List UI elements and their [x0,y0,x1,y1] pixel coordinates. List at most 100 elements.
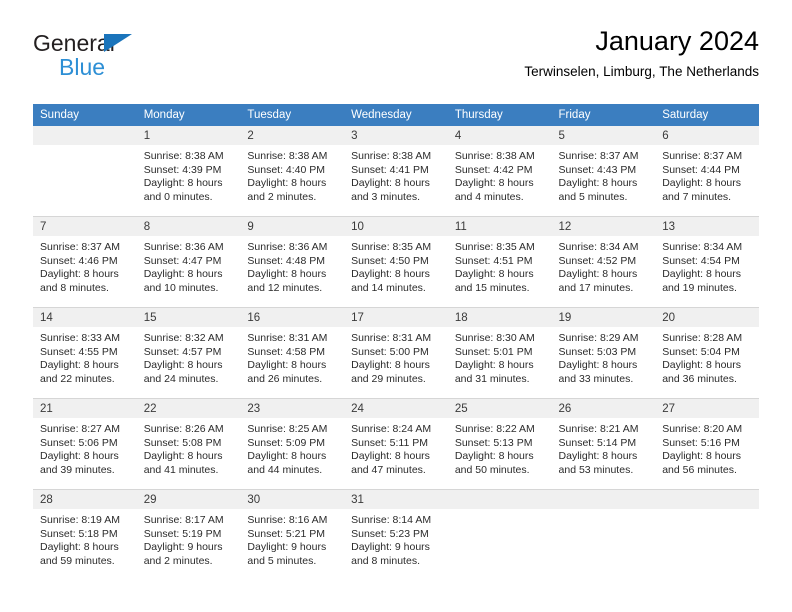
calendar-day-cell[interactable]: 13 Sunrise: 8:34 AM Sunset: 4:54 PM Dayligh… [655,217,759,307]
day-cell-inner: 7 Sunrise: 8:37 AM Sunset: 4:46 PM Daylight… [33,217,137,307]
calendar-cell-empty [33,126,137,216]
calendar-day-cell[interactable]: 29 Sunrise: 8:17 AM Sunset: 5:19 PM Dayligh… [136,490,241,580]
sunrise-text: Sunrise: 8:14 AM [351,514,432,526]
day-number: 12 [551,217,656,236]
calendar-day-cell[interactable]: 12 Sunrise: 8:34 AM Sunset: 4:52 PM Dayligh… [551,217,656,307]
sunset-text: Sunset: 5:18 PM [40,527,118,540]
calendar-day-cell[interactable]: 27 Sunrise: 8:20 AM Sunset: 5:16 PM Dayligh… [655,399,759,489]
day-details: Sunrise: 8:20 AM Sunset: 5:16 PM Daylight:… [655,418,759,477]
calendar-cell-empty [551,490,656,580]
calendar-day-cell[interactable]: 8 Sunrise: 8:36 AM Sunset: 4:47 PM Daylight… [136,217,241,307]
daylight-text-line2: and 3 minutes. [351,190,420,203]
calendar-cell-empty [655,490,759,580]
daylight-text-line2: and 8 minutes. [40,281,109,294]
calendar-day-cell[interactable]: 4 Sunrise: 8:38 AM Sunset: 4:42 PM Daylight… [447,126,552,216]
sunrise-text: Sunrise: 8:31 AM [247,332,328,344]
day-cell-inner: 6 Sunrise: 8:37 AM Sunset: 4:44 PM Daylight… [655,126,759,216]
sunrise-text: Sunrise: 8:22 AM [454,423,535,435]
day-number: 31 [344,490,448,509]
sunset-text: Sunset: 4:58 PM [247,345,326,358]
calendar-day-cell[interactable]: 20 Sunrise: 8:28 AM Sunset: 5:04 PM Dayligh… [655,308,759,398]
calendar-day-cell[interactable]: 17 Sunrise: 8:31 AM Sunset: 5:00 PM Dayligh… [344,308,448,398]
calendar-day-cell[interactable]: 16 Sunrise: 8:31 AM Sunset: 4:58 PM Dayligh… [240,308,345,398]
calendar-day-cell[interactable]: 22 Sunrise: 8:26 AM Sunset: 5:08 PM Dayligh… [136,399,241,489]
sunset-text: Sunset: 4:42 PM [454,163,533,176]
generalblue-logo[interactable]: General Blue [33,32,233,82]
calendar-day-cell[interactable]: 14 Sunrise: 8:33 AM Sunset: 4:55 PM Dayligh… [33,308,137,398]
calendar-day-cell[interactable]: 26 Sunrise: 8:21 AM Sunset: 5:14 PM Dayligh… [551,399,656,489]
sunrise-text: Sunrise: 8:25 AM [247,423,328,435]
day-number: 17 [344,308,448,327]
calendar-day-cell[interactable]: 3 Sunrise: 8:38 AM Sunset: 4:41 PM Daylight… [344,126,448,216]
calendar-day-cell[interactable]: 6 Sunrise: 8:37 AM Sunset: 4:44 PM Daylight… [655,126,759,216]
calendar-day-cell[interactable]: 9 Sunrise: 8:36 AM Sunset: 4:48 PM Daylight… [240,217,345,307]
calendar-day-cell[interactable]: 21 Sunrise: 8:27 AM Sunset: 5:06 PM Dayligh… [33,399,137,489]
daylight-text-line2: and 5 minutes. [558,190,628,203]
day-details: Sunrise: 8:26 AM Sunset: 5:08 PM Daylight:… [137,418,241,477]
day-cell-inner: 1 Sunrise: 8:38 AM Sunset: 4:39 PM Daylight… [136,126,241,216]
daylight-text-line1: Daylight: 8 hours [247,450,327,462]
day-cell-inner: 29 Sunrise: 8:17 AM Sunset: 5:19 PM Dayligh… [136,490,241,580]
calendar-page: General Blue January 2024 Terwinselen, L… [0,0,792,612]
daylight-text-line1: Daylight: 8 hours [351,450,430,462]
calendar-day-cell[interactable]: 28 Sunrise: 8:19 AM Sunset: 5:18 PM Dayligh… [33,490,137,580]
daylight-text-line1: Daylight: 9 hours [247,541,327,553]
daylight-text-line2: and 50 minutes. [454,463,530,476]
sunrise-text: Sunrise: 8:29 AM [558,332,639,344]
day-cell-inner: 4 Sunrise: 8:38 AM Sunset: 4:42 PM Daylight… [447,126,552,216]
daylight-text-line1: Daylight: 8 hours [40,541,119,553]
day-cell-inner: 19 Sunrise: 8:29 AM Sunset: 5:03 PM Dayligh… [551,308,656,398]
calendar-day-cell[interactable]: 2 Sunrise: 8:38 AM Sunset: 4:40 PM Daylight… [240,126,345,216]
daylight-text-line1: Daylight: 8 hours [143,450,223,462]
day-details: Sunrise: 8:37 AM Sunset: 4:44 PM Daylight:… [655,145,759,204]
sunrise-text: Sunrise: 8:21 AM [558,423,639,435]
day-details: Sunrise: 8:22 AM Sunset: 5:13 PM Daylight:… [448,418,552,477]
day-details: Sunrise: 8:36 AM Sunset: 4:48 PM Daylight:… [240,236,344,295]
sunset-text: Sunset: 4:52 PM [558,254,637,267]
daylight-text-line2: and 4 minutes. [454,190,524,203]
sunset-text: Sunset: 5:13 PM [454,436,533,449]
calendar-day-cell[interactable]: 1 Sunrise: 8:38 AM Sunset: 4:39 PM Daylight… [136,126,241,216]
daylight-text-line2: and 26 minutes. [247,372,323,385]
sunset-text: Sunset: 4:39 PM [143,163,222,176]
daylight-text-line1: Daylight: 8 hours [454,450,534,462]
daylight-text-line2: and 53 minutes. [558,463,634,476]
daylight-text-line1: Daylight: 8 hours [247,268,327,280]
day-cell-inner: 25 Sunrise: 8:22 AM Sunset: 5:13 PM Dayligh… [447,399,552,489]
calendar-day-cell[interactable]: 31 Sunrise: 8:14 AM Sunset: 5:23 PM Dayligh… [344,490,448,580]
calendar-day-cell[interactable]: 10 Sunrise: 8:35 AM Sunset: 4:50 PM Dayligh… [344,217,448,307]
sunrise-text: Sunrise: 8:17 AM [143,514,224,526]
daylight-text-line1: Daylight: 8 hours [662,177,742,189]
day-cell-inner: 5 Sunrise: 8:37 AM Sunset: 4:43 PM Daylight… [551,126,656,216]
day-number [447,490,552,509]
calendar-day-cell[interactable]: 25 Sunrise: 8:22 AM Sunset: 5:13 PM Dayligh… [447,399,552,489]
sunrise-text: Sunrise: 8:30 AM [454,332,535,344]
day-number: 13 [655,217,759,236]
daylight-text-line2: and 15 minutes. [454,281,530,294]
day-cell-inner: 16 Sunrise: 8:31 AM Sunset: 4:58 PM Dayligh… [240,308,345,398]
day-number: 19 [551,308,656,327]
calendar-day-cell[interactable]: 23 Sunrise: 8:25 AM Sunset: 5:09 PM Dayligh… [240,399,345,489]
calendar-day-cell[interactable]: 30 Sunrise: 8:16 AM Sunset: 5:21 PM Dayligh… [240,490,345,580]
calendar-body: 1 Sunrise: 8:38 AM Sunset: 4:39 PM Daylight… [33,126,759,580]
day-cell-inner: 24 Sunrise: 8:24 AM Sunset: 5:11 PM Dayligh… [344,399,448,489]
calendar-day-cell[interactable]: 5 Sunrise: 8:37 AM Sunset: 4:43 PM Daylight… [551,126,656,216]
calendar-day-cell[interactable]: 15 Sunrise: 8:32 AM Sunset: 4:57 PM Dayligh… [136,308,241,398]
calendar-day-cell[interactable]: 18 Sunrise: 8:30 AM Sunset: 5:01 PM Dayligh… [447,308,552,398]
day-number: 5 [551,126,656,145]
day-details: Sunrise: 8:31 AM Sunset: 5:00 PM Daylight:… [344,327,448,386]
sunset-text: Sunset: 4:50 PM [351,254,429,267]
daylight-text-line2: and 2 minutes. [247,190,317,203]
day-cell-inner: 2 Sunrise: 8:38 AM Sunset: 4:40 PM Daylight… [240,126,345,216]
calendar-day-cell[interactable]: 7 Sunrise: 8:37 AM Sunset: 4:46 PM Daylight… [33,217,137,307]
page-header: General Blue January 2024 Terwinselen, L… [0,0,792,79]
day-number: 4 [447,126,552,145]
sunrise-text: Sunrise: 8:38 AM [143,150,224,162]
calendar-day-cell[interactable]: 24 Sunrise: 8:24 AM Sunset: 5:11 PM Dayligh… [344,399,448,489]
sunrise-text: Sunrise: 8:27 AM [40,423,120,435]
sunset-text: Sunset: 4:43 PM [558,163,637,176]
day-number: 23 [240,399,345,418]
calendar-day-cell[interactable]: 11 Sunrise: 8:35 AM Sunset: 4:51 PM Dayligh… [447,217,552,307]
day-number: 25 [447,399,552,418]
calendar-day-cell[interactable]: 19 Sunrise: 8:29 AM Sunset: 5:03 PM Dayligh… [551,308,656,398]
